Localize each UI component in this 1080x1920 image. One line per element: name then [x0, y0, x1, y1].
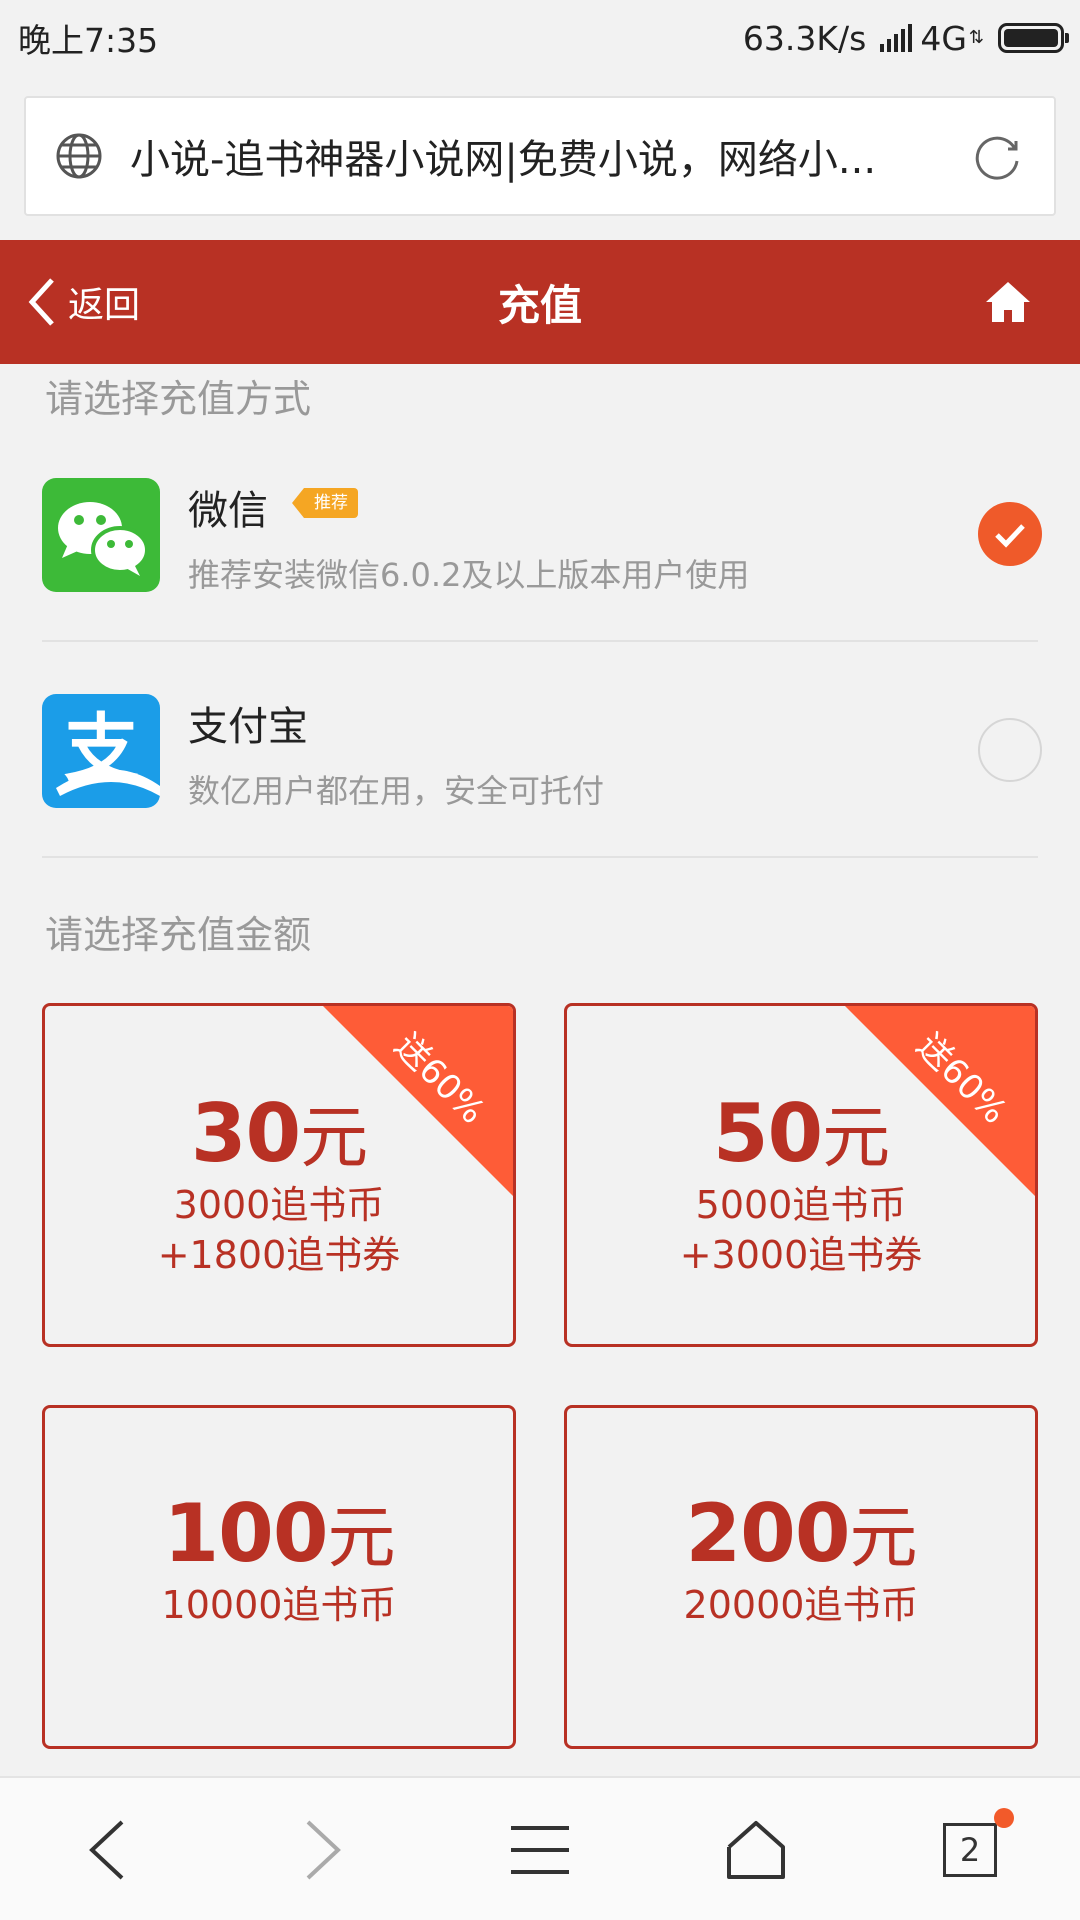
- payment-desc: 推荐安装微信6.0.2及以上版本用户使用: [188, 556, 750, 594]
- nav-forward-button[interactable]: [264, 1778, 384, 1920]
- radio-unselected[interactable]: [978, 718, 1042, 782]
- nav-back-button[interactable]: [46, 1778, 166, 1920]
- amount-option-100[interactable]: 100元 10000追书币: [42, 1405, 516, 1749]
- payment-name: 微信: [188, 488, 268, 534]
- wechat-icon: [42, 478, 160, 592]
- amount-option-200[interactable]: 200元 20000追书币: [564, 1405, 1038, 1749]
- amount-option-30[interactable]: 送60% 30元 3000追书币 +1800追书券: [42, 1003, 516, 1347]
- tab-count: 2: [959, 1831, 981, 1869]
- coins-text: 3000追书币: [173, 1183, 385, 1227]
- bonus-coupon-text: +3000追书券: [679, 1233, 923, 1277]
- back-button[interactable]: 返回: [26, 240, 140, 364]
- payment-desc: 数亿用户都在用，安全可托付: [188, 772, 605, 810]
- address-bar[interactable]: 小说-追书神器小说网|免费小说，网络小...: [24, 96, 1056, 216]
- divider: [42, 640, 1038, 642]
- amount-option-50[interactable]: 送60% 50元 5000追书币 +3000追书券: [564, 1003, 1038, 1347]
- network-speed: 63.3K/s: [742, 18, 867, 58]
- status-indicators: 63.3K/s 4G ⇅: [742, 18, 1069, 58]
- notification-dot: [994, 1808, 1014, 1828]
- page-title-url[interactable]: 小说-追书神器小说网|免费小说，网络小...: [130, 127, 968, 185]
- status-bar: 晚上7:35 63.3K/s 4G ⇅: [0, 0, 1080, 76]
- status-time: 晚上7:35: [18, 21, 159, 60]
- globe-icon: [56, 133, 102, 179]
- radio-selected[interactable]: [978, 502, 1042, 566]
- data-arrows-icon: ⇅: [968, 27, 984, 48]
- amount-value: 30元: [190, 1087, 368, 1180]
- bonus-coupon-text: +1800追书券: [157, 1233, 401, 1277]
- payment-name: 支付宝: [188, 704, 308, 750]
- tabs-button[interactable]: 2: [910, 1778, 1030, 1920]
- page-header: 返回 充值: [0, 240, 1080, 364]
- payment-option-wechat[interactable]: 微信 推荐 推荐安装微信6.0.2及以上版本用户使用: [42, 440, 1042, 640]
- payment-section-label: 请选择充值方式: [45, 377, 312, 421]
- back-label: 返回: [68, 285, 141, 326]
- alipay-icon: 支: [42, 694, 160, 808]
- recommended-badge: 推荐: [292, 488, 358, 518]
- amount-section-label: 请选择充值金额: [45, 913, 312, 957]
- coins-text: 5000追书币: [695, 1183, 907, 1227]
- signal-icon: [880, 24, 913, 52]
- amount-value: 50元: [712, 1087, 890, 1180]
- chevron-left-icon: [89, 1820, 124, 1880]
- amount-value: 100元: [163, 1487, 395, 1580]
- nav-home-button[interactable]: [696, 1778, 816, 1920]
- home-icon[interactable]: [984, 278, 1032, 326]
- chevron-right-icon: [306, 1820, 341, 1880]
- coins-text: 20000追书币: [683, 1583, 919, 1627]
- browser-nav-bar: 2: [0, 1776, 1080, 1920]
- menu-button[interactable]: [480, 1778, 600, 1920]
- menu-icon: [511, 1826, 569, 1874]
- page-title: 充值: [497, 280, 582, 330]
- refresh-icon[interactable]: [968, 127, 1026, 185]
- coins-text: 10000追书币: [161, 1583, 397, 1627]
- chevron-left-icon: [28, 278, 54, 326]
- check-icon: [995, 524, 1025, 548]
- network-type: 4G: [920, 18, 967, 58]
- amount-value: 200元: [685, 1487, 917, 1580]
- battery-icon: [998, 23, 1069, 53]
- home-outline-icon: [727, 1821, 785, 1879]
- payment-option-alipay[interactable]: 支 支付宝 数亿用户都在用，安全可托付: [42, 656, 1042, 856]
- divider: [42, 856, 1038, 858]
- tabs-icon: 2: [943, 1808, 1014, 1877]
